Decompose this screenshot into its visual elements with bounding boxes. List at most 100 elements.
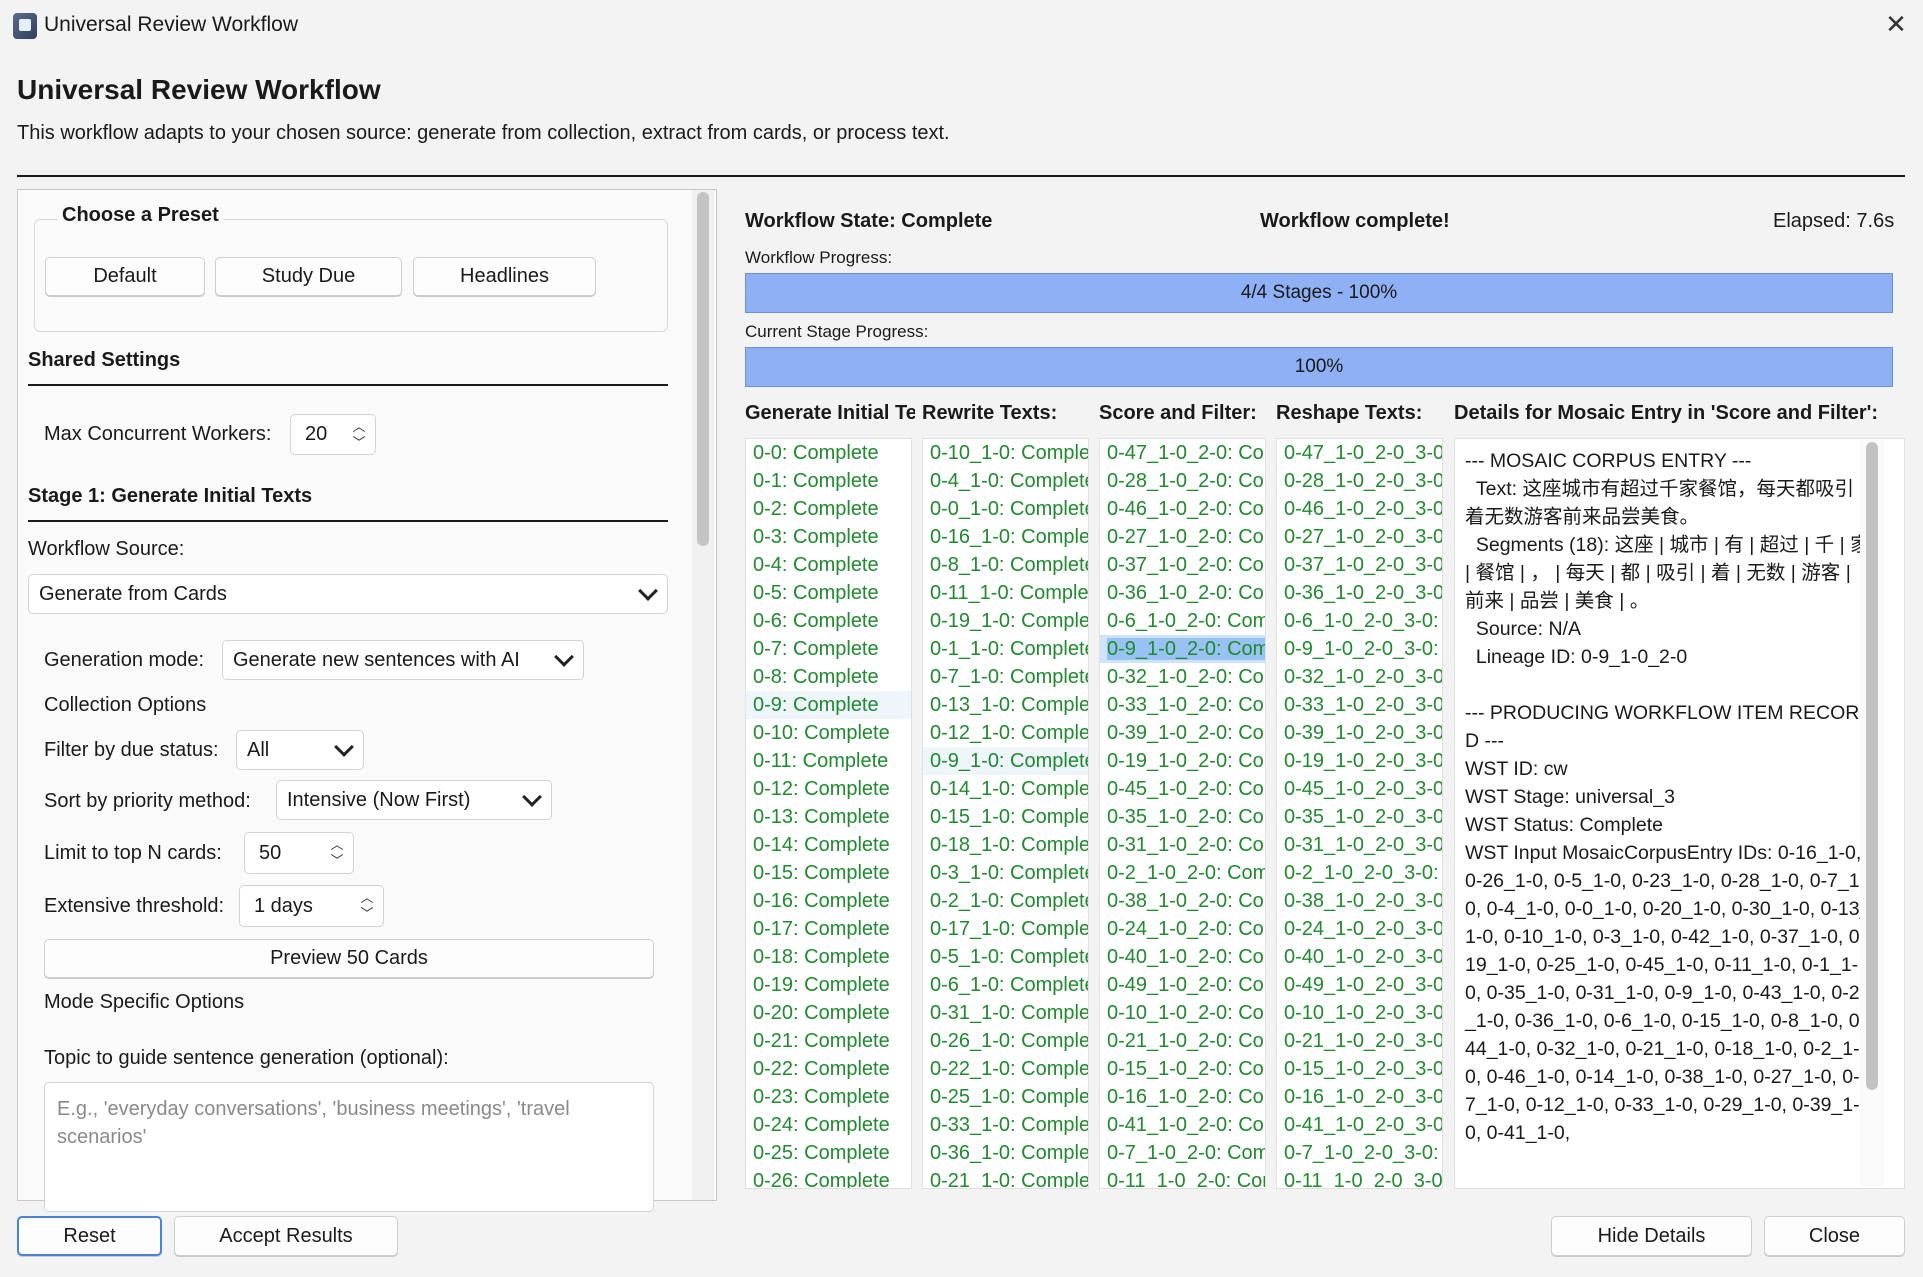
list-item[interactable]: 0-36_1-0: Complete — [923, 1139, 1088, 1167]
list-item[interactable]: 0-40_1-0_2-0: Complete — [1100, 943, 1265, 971]
list-item[interactable]: 0-14_1-0: Complete — [923, 775, 1088, 803]
list-item[interactable]: 0-10: Complete — [746, 719, 911, 747]
list-item[interactable]: 0-32_1-0_2-0_3-0: Complete — [1277, 663, 1442, 691]
list-item[interactable]: 0-39_1-0_2-0_3-0: Complete — [1277, 719, 1442, 747]
limit-cards-spinbox[interactable]: 50 ︿ ﹀ — [244, 832, 354, 874]
filter-due-select[interactable]: All — [236, 730, 364, 770]
list-item[interactable]: 0-0: Complete — [746, 439, 911, 467]
extensive-threshold-spinbox[interactable]: 1 days ︿ ﹀ — [239, 885, 384, 927]
spin-arrows-icon[interactable]: ︿ ﹀ — [329, 837, 345, 869]
list-item[interactable]: 0-6_1-0: Complete — [923, 971, 1088, 999]
list-item[interactable]: 0-11_1-0_2-0: Complete — [1100, 1167, 1265, 1188]
list-item[interactable]: 0-21_1-0_2-0: Complete — [1100, 1027, 1265, 1055]
list-item[interactable]: 0-31_1-0_2-0_3-0: Complete — [1277, 831, 1442, 859]
list-item[interactable]: 0-0_1-0: Complete — [923, 495, 1088, 523]
list-item[interactable]: 0-47_1-0_2-0: Complete — [1100, 439, 1265, 467]
list-item[interactable]: 0-49_1-0_2-0_3-0: Complete — [1277, 971, 1442, 999]
list-item[interactable]: 0-12_1-0: Complete — [923, 719, 1088, 747]
list-item[interactable]: 0-15_1-0_2-0: Complete — [1100, 1055, 1265, 1083]
list-item[interactable]: 0-21_1-0_2-0_3-0: Complete — [1277, 1027, 1442, 1055]
list-item[interactable]: 0-33_1-0: Complete — [923, 1111, 1088, 1139]
list-item[interactable]: 0-23: Complete — [746, 1083, 911, 1111]
list-item[interactable]: 0-6_1-0_2-0: Complete — [1100, 607, 1265, 635]
list-item[interactable]: 0-9_1-0_2-0: Complete — [1100, 635, 1265, 663]
list-item[interactable]: 0-7_1-0: Complete — [923, 663, 1088, 691]
list-item[interactable]: 0-8_1-0: Complete — [923, 551, 1088, 579]
reshape-status-list[interactable]: 0-47_1-0_2-0_3-0: Complete 0-28_1-0_2-0_3… — [1276, 438, 1443, 1189]
list-item[interactable]: 0-36_1-0_2-0: Complete — [1100, 579, 1265, 607]
list-item[interactable]: 0-16_1-0_2-0: Complete — [1100, 1083, 1265, 1111]
list-item[interactable]: 0-21: Complete — [746, 1027, 911, 1055]
generate-status-list[interactable]: 0-0: Complete 0-1: Complete 0-2: Complete 0… — [745, 438, 912, 1189]
list-item[interactable]: 0-13: Complete — [746, 803, 911, 831]
list-item[interactable]: 0-1_1-0: Complete — [923, 635, 1088, 663]
list-item[interactable]: 0-9: Complete — [746, 691, 911, 719]
details-scrollbar-thumb[interactable] — [1866, 442, 1878, 1090]
list-item[interactable]: 0-15_1-0_2-0_3-0: Complete — [1277, 1055, 1442, 1083]
list-item[interactable]: 0-15_1-0: Complete — [923, 803, 1088, 831]
list-item[interactable]: 0-8: Complete — [746, 663, 911, 691]
list-item[interactable]: 0-46_1-0_2-0_3-0: Complete — [1277, 495, 1442, 523]
settings-scrollbar-thumb[interactable] — [697, 192, 709, 546]
list-item[interactable]: 0-3: Complete — [746, 523, 911, 551]
preview-cards-button[interactable]: Preview 50 Cards — [44, 939, 654, 978]
list-item[interactable]: 0-35_1-0_2-0: Complete — [1100, 803, 1265, 831]
list-item[interactable]: 0-32_1-0_2-0: Complete — [1100, 663, 1265, 691]
list-item[interactable]: 0-19_1-0_2-0_3-0: Complete — [1277, 747, 1442, 775]
workflow-source-select[interactable]: Generate from Cards — [28, 574, 668, 614]
topic-input[interactable]: E.g., 'everyday conversations', 'busines… — [44, 1082, 654, 1212]
list-item[interactable]: 0-11_1-0: Complete — [923, 579, 1088, 607]
list-item[interactable]: 0-2_1-0: Complete — [923, 887, 1088, 915]
list-item[interactable]: 0-45_1-0_2-0_3-0: Complete — [1277, 775, 1442, 803]
list-item[interactable]: 0-25: Complete — [746, 1139, 911, 1167]
list-item[interactable]: 0-38_1-0_2-0: Complete — [1100, 887, 1265, 915]
list-item[interactable]: 0-37_1-0_2-0: Complete — [1100, 551, 1265, 579]
list-item[interactable]: 0-16_1-0: Complete — [923, 523, 1088, 551]
list-item[interactable]: 0-7_1-0_2-0: Complete — [1100, 1139, 1265, 1167]
spin-arrows-icon[interactable]: ︿ ﹀ — [359, 890, 375, 922]
list-item[interactable]: 0-22_1-0: Complete — [923, 1055, 1088, 1083]
list-item[interactable]: 0-5_1-0: Complete — [923, 943, 1088, 971]
list-item[interactable]: 0-36_1-0_2-0_3-0: Complete — [1277, 579, 1442, 607]
list-item[interactable]: 0-26_1-0: Complete — [923, 1027, 1088, 1055]
list-item[interactable]: 0-19: Complete — [746, 971, 911, 999]
list-item[interactable]: 0-41_1-0_2-0_3-0: Complete — [1277, 1111, 1442, 1139]
rewrite-status-list[interactable]: 0-10_1-0: Complete 0-4_1-0: Complete 0-0_1… — [922, 438, 1089, 1189]
list-item[interactable]: 0-4_1-0: Complete — [923, 467, 1088, 495]
list-item[interactable]: 0-31_1-0: Complete — [923, 999, 1088, 1027]
list-item[interactable]: 0-24_1-0_2-0_3-0: Complete — [1277, 915, 1442, 943]
list-item[interactable]: 0-21_1-0: Complete — [923, 1167, 1088, 1188]
list-item[interactable]: 0-38_1-0_2-0_3-0: Complete — [1277, 887, 1442, 915]
preset-study-due-button[interactable]: Study Due — [215, 257, 402, 296]
list-item[interactable]: 0-12: Complete — [746, 775, 911, 803]
list-item[interactable]: 0-40_1-0_2-0_3-0: Complete — [1277, 943, 1442, 971]
close-icon[interactable]: ✕ — [1880, 8, 1912, 40]
reset-button[interactable]: Reset — [17, 1216, 162, 1256]
list-item[interactable]: 0-22: Complete — [746, 1055, 911, 1083]
list-item[interactable]: 0-46_1-0_2-0: Complete — [1100, 495, 1265, 523]
spin-arrows-icon[interactable]: ︿ ﹀ — [351, 419, 367, 451]
list-item[interactable]: 0-27_1-0_2-0_3-0: Complete — [1277, 523, 1442, 551]
details-panel[interactable]: --- MOSAIC CORPUS ENTRY --- Text: 这座城市有超… — [1454, 438, 1905, 1189]
list-item[interactable]: 0-24_1-0_2-0: Complete — [1100, 915, 1265, 943]
list-item[interactable]: 0-3_1-0: Complete — [923, 859, 1088, 887]
list-item[interactable]: 0-13_1-0: Complete — [923, 691, 1088, 719]
list-item[interactable]: 0-20: Complete — [746, 999, 911, 1027]
list-item[interactable]: 0-24: Complete — [746, 1111, 911, 1139]
list-item[interactable]: 0-9_1-0_2-0_3-0: Complete — [1277, 635, 1442, 663]
generation-mode-select[interactable]: Generate new sentences with AI — [222, 640, 584, 680]
list-item[interactable]: 0-14: Complete — [746, 831, 911, 859]
list-item[interactable]: 0-17_1-0: Complete — [923, 915, 1088, 943]
list-item[interactable]: 0-49_1-0_2-0: Complete — [1100, 971, 1265, 999]
list-item[interactable]: 0-16: Complete — [746, 887, 911, 915]
list-item[interactable]: 0-26: Complete — [746, 1167, 911, 1188]
list-item[interactable]: 0-10_1-0_2-0: Complete — [1100, 999, 1265, 1027]
list-item[interactable]: 0-47_1-0_2-0_3-0: Complete — [1277, 439, 1442, 467]
list-item[interactable]: 0-27_1-0_2-0: Complete — [1100, 523, 1265, 551]
list-item[interactable]: 0-18_1-0: Complete — [923, 831, 1088, 859]
list-item[interactable]: 0-33_1-0_2-0: Complete — [1100, 691, 1265, 719]
list-item[interactable]: 0-28_1-0_2-0: Complete — [1100, 467, 1265, 495]
list-item[interactable]: 0-28_1-0_2-0_3-0: Complete — [1277, 467, 1442, 495]
list-item[interactable]: 0-11_1-0_2-0_3-0: Complete — [1277, 1167, 1442, 1188]
list-item[interactable]: 0-35_1-0_2-0_3-0: Complete — [1277, 803, 1442, 831]
